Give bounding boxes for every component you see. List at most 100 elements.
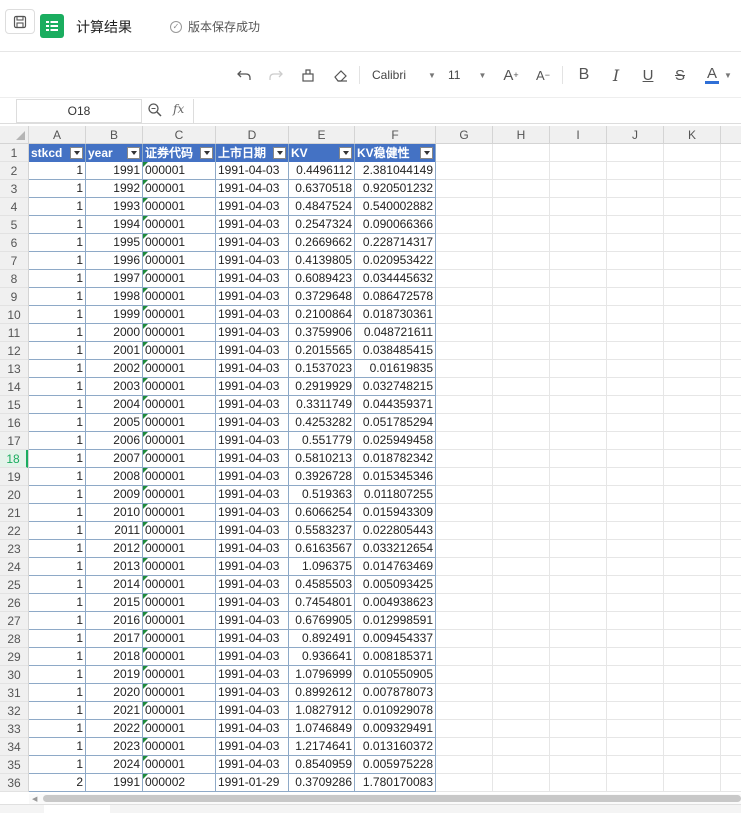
table-cell[interactable]: 0.3709286 [289,774,355,792]
empty-cell[interactable] [436,252,493,269]
empty-cell[interactable] [493,486,550,503]
horizontal-scrollbar[interactable]: ◀ [29,794,741,804]
table-cell[interactable]: 0.010550905 [355,666,436,684]
table-cell[interactable]: 000001 [143,270,216,288]
table-cell[interactable]: 0.2100864 [289,306,355,324]
field-header-cell[interactable]: KV稳健性 [355,144,436,162]
empty-cell[interactable] [607,252,664,269]
table-cell[interactable]: 0.8540959 [289,756,355,774]
row-header[interactable]: 12 [0,342,28,360]
table-cell[interactable]: 0.009454337 [355,630,436,648]
table-cell[interactable]: 0.6163567 [289,540,355,558]
empty-cell[interactable] [664,720,721,737]
column-header[interactable]: E [289,126,355,144]
empty-cell[interactable] [550,342,607,359]
row-header[interactable]: 35 [0,756,28,774]
empty-cell[interactable] [436,468,493,485]
table-cell[interactable]: 1991-04-03 [216,666,289,684]
table-cell[interactable]: 1995 [86,234,143,252]
table-cell[interactable]: 000001 [143,540,216,558]
empty-cell[interactable] [550,702,607,719]
empty-cell[interactable] [607,666,664,683]
table-cell[interactable]: 000001 [143,486,216,504]
table-cell[interactable]: 0.551779 [289,432,355,450]
table-cell[interactable]: 1993 [86,198,143,216]
table-cell[interactable]: 000001 [143,630,216,648]
table-cell[interactable]: 000001 [143,234,216,252]
empty-cell[interactable] [664,558,721,575]
table-cell[interactable]: 1991-04-03 [216,648,289,666]
table-cell[interactable]: 0.032748215 [355,378,436,396]
empty-cell[interactable] [436,162,493,179]
empty-cell[interactable] [493,216,550,233]
table-cell[interactable]: 000001 [143,216,216,234]
table-cell[interactable]: 000001 [143,684,216,702]
empty-cell[interactable] [436,234,493,251]
empty-cell[interactable] [550,198,607,215]
table-cell[interactable]: 1991-04-03 [216,162,289,180]
empty-cell[interactable] [436,558,493,575]
empty-cell[interactable] [550,432,607,449]
row-header[interactable]: 28 [0,630,28,648]
empty-cell[interactable] [664,738,721,755]
empty-cell[interactable] [607,162,664,179]
table-cell[interactable]: 1998 [86,288,143,306]
row-header[interactable]: 20 [0,486,28,504]
table-cell[interactable]: 1991-04-03 [216,306,289,324]
empty-cell[interactable] [436,540,493,557]
empty-cell[interactable] [607,198,664,215]
table-cell[interactable]: 2021 [86,702,143,720]
table-cell[interactable]: 1991-04-03 [216,234,289,252]
table-cell[interactable]: 2 [29,774,86,792]
empty-cell[interactable] [493,162,550,179]
empty-cell[interactable] [607,774,664,791]
empty-cell[interactable] [664,684,721,701]
row-header[interactable]: 32 [0,702,28,720]
table-cell[interactable]: 0.5583237 [289,522,355,540]
row-header[interactable]: 13 [0,360,28,378]
empty-cell[interactable] [550,558,607,575]
empty-cell[interactable] [550,648,607,665]
table-cell[interactable]: 1991-04-03 [216,414,289,432]
table-cell[interactable]: 000001 [143,288,216,306]
empty-cell[interactable] [607,234,664,251]
table-cell[interactable]: 0.025949458 [355,432,436,450]
empty-cell[interactable] [436,198,493,215]
row-header[interactable]: 11 [0,324,28,342]
table-cell[interactable]: 1 [29,288,86,306]
table-cell[interactable]: 2001 [86,342,143,360]
empty-cell[interactable] [664,576,721,593]
empty-cell[interactable] [493,594,550,611]
table-cell[interactable]: 1991-04-03 [216,720,289,738]
table-cell[interactable]: 0.008185371 [355,648,436,666]
filter-dropdown-icon[interactable] [420,147,433,159]
table-cell[interactable]: 0.010929078 [355,702,436,720]
empty-cell[interactable] [493,288,550,305]
empty-cell[interactable] [664,522,721,539]
table-cell[interactable]: 2015 [86,594,143,612]
row-header[interactable]: 29 [0,648,28,666]
empty-cell[interactable] [664,378,721,395]
table-cell[interactable]: 0.4585503 [289,576,355,594]
empty-cell[interactable] [550,684,607,701]
empty-cell[interactable] [550,252,607,269]
table-cell[interactable]: 0.020953422 [355,252,436,270]
field-header-cell[interactable]: KV [289,144,355,162]
table-cell[interactable]: 1991 [86,774,143,792]
table-cell[interactable]: 1.780170083 [355,774,436,792]
table-cell[interactable]: 0.2919929 [289,378,355,396]
table-cell[interactable]: 0.4496112 [289,162,355,180]
row-header[interactable]: 30 [0,666,28,684]
table-cell[interactable]: 000001 [143,198,216,216]
column-header[interactable]: A [29,126,86,144]
empty-cell[interactable] [493,648,550,665]
field-header-cell[interactable]: stkcd [29,144,86,162]
chevron-down-icon[interactable]: ▼ [722,64,734,86]
filter-dropdown-icon[interactable] [70,147,83,159]
row-header[interactable]: 10 [0,306,28,324]
table-cell[interactable]: 1 [29,378,86,396]
table-cell[interactable]: 1991-04-03 [216,378,289,396]
empty-cell[interactable] [550,324,607,341]
table-cell[interactable]: 2011 [86,522,143,540]
empty-cell[interactable] [607,630,664,647]
